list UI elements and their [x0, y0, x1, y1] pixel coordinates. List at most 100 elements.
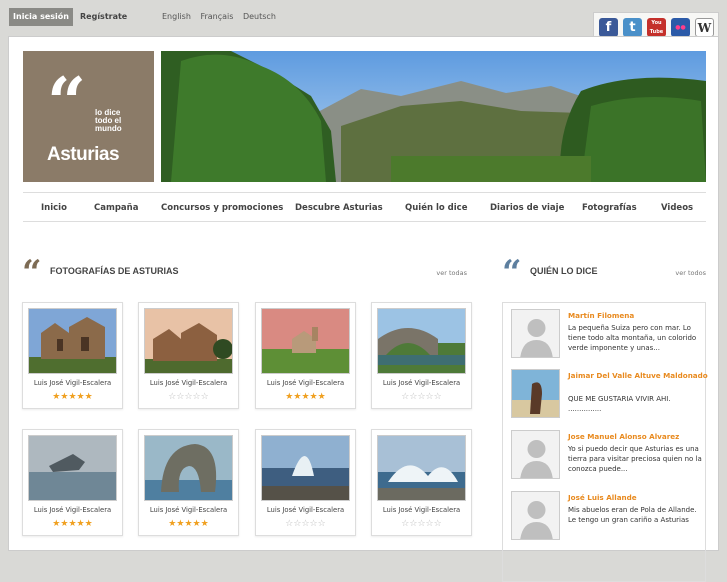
star-icon[interactable]: ☆ [417, 392, 425, 402]
wikipedia-icon[interactable]: W [695, 18, 714, 37]
photo-author[interactable]: Luis José Vigil-Escalera [139, 506, 238, 514]
star-icon[interactable]: ☆ [434, 392, 442, 402]
star-rating[interactable]: ★★★★★ [23, 392, 122, 402]
star-icon[interactable]: ☆ [201, 392, 209, 402]
star-icon[interactable]: ★ [68, 519, 76, 529]
testimonial-author[interactable]: Martín Filomena [568, 310, 708, 321]
photo-thumbnail[interactable] [261, 435, 350, 501]
star-icon[interactable]: ★ [85, 392, 93, 402]
quote-icon: “ [502, 253, 521, 293]
testimonials-panel: Martín Filomena La pequeña Suiza pero con… [502, 302, 708, 582]
star-icon[interactable]: ☆ [417, 519, 425, 529]
language-english[interactable]: English [162, 12, 191, 21]
avatar[interactable] [511, 491, 560, 540]
photo-thumbnail[interactable] [377, 308, 466, 374]
star-icon[interactable]: ★ [318, 392, 326, 402]
star-icon[interactable]: ☆ [426, 392, 434, 402]
who-section-title: QUIÉN LO DICE [530, 266, 598, 276]
photo-thumbnail[interactable] [144, 308, 233, 374]
star-icon[interactable]: ★ [85, 519, 93, 529]
photo-thumbnail[interactable] [377, 435, 466, 501]
language-selector: English Français Deutsch [162, 8, 283, 26]
star-icon[interactable]: ☆ [426, 519, 434, 529]
photo-thumbnail[interactable] [28, 308, 117, 374]
star-rating[interactable]: ★★★★★ [139, 519, 238, 529]
who-see-all-link[interactable]: ver todos [675, 269, 706, 277]
star-icon[interactable]: ☆ [310, 519, 318, 529]
nav-item-descubre-asturias[interactable]: Descubre Asturias [295, 193, 383, 223]
flickr-icon[interactable]: ●● [671, 18, 690, 37]
photo-card[interactable]: Luis José Vigil-Escalera ★★★★★ [22, 429, 123, 536]
star-rating[interactable]: ☆☆☆☆☆ [256, 519, 355, 529]
photo-author[interactable]: Luis José Vigil-Escalera [372, 379, 471, 387]
star-icon[interactable]: ★ [77, 392, 85, 402]
language-french[interactable]: Français [200, 12, 233, 21]
photo-author[interactable]: Luis José Vigil-Escalera [372, 506, 471, 514]
logo-tagline-line: mundo [95, 124, 122, 133]
twitter-icon[interactable]: t [623, 18, 642, 37]
logo-quote-icon: “ [47, 63, 86, 143]
photo-author[interactable]: Luis José Vigil-Escalera [23, 379, 122, 387]
star-icon[interactable]: ★ [68, 392, 76, 402]
page-container: “ lo dice todo el mundo Asturias Inicio [8, 36, 719, 582]
youtube-icon[interactable]: You Tube [647, 18, 666, 37]
star-icon[interactable]: ☆ [301, 519, 309, 529]
logo-name: Asturias [47, 144, 120, 165]
photos-see-all-link[interactable]: ver todas [436, 269, 467, 277]
star-icon[interactable]: ★ [310, 392, 318, 402]
photo-thumbnail[interactable] [144, 435, 233, 501]
star-rating[interactable]: ☆☆☆☆☆ [372, 392, 471, 402]
facebook-icon[interactable]: f [599, 18, 618, 37]
photo-thumbnail[interactable] [28, 435, 117, 501]
photo-author[interactable]: Luis José Vigil-Escalera [256, 379, 355, 387]
star-rating[interactable]: ☆☆☆☆☆ [139, 392, 238, 402]
testimonial-author[interactable]: Jose Manuel Alonso Alvarez [568, 431, 708, 442]
nav-item-campana[interactable]: Campaña [94, 193, 138, 223]
photo-author[interactable]: Luis José Vigil-Escalera [256, 506, 355, 514]
nav-item-fotografias[interactable]: Fotografías [582, 193, 637, 223]
photo-card[interactable]: Luis José Vigil-Escalera ☆☆☆☆☆ [255, 429, 356, 536]
nav-item-concursos[interactable]: Concursos y promociones [161, 193, 283, 223]
photo-author[interactable]: Luis José Vigil-Escalera [139, 379, 238, 387]
photo-thumbnail[interactable] [261, 308, 350, 374]
login-button[interactable]: Inicia sesión [9, 8, 73, 26]
photo-card[interactable]: Luis José Vigil-Escalera ☆☆☆☆☆ [371, 429, 472, 536]
avatar[interactable] [511, 369, 560, 418]
star-icon[interactable]: ★ [201, 519, 209, 529]
star-icon[interactable]: ☆ [318, 519, 326, 529]
photo-author[interactable]: Luis José Vigil-Escalera [23, 506, 122, 514]
star-icon[interactable]: ☆ [434, 519, 442, 529]
star-icon[interactable]: ☆ [193, 392, 201, 402]
testimonial-item[interactable]: José Luis Allande Mis abuelos eran de Pol… [511, 491, 701, 543]
site-logo[interactable]: “ lo dice todo el mundo Asturias [23, 51, 154, 182]
nav-item-quien-lo-dice[interactable]: Quién lo dice [405, 193, 467, 223]
register-link[interactable]: Regístrate [80, 8, 127, 26]
star-rating[interactable]: ☆☆☆☆☆ [372, 519, 471, 529]
testimonial-item[interactable]: Martín Filomena La pequeña Suiza pero con… [511, 309, 701, 361]
testimonial-text: Yo si puedo decir que Asturias es una ti… [568, 445, 702, 473]
star-icon[interactable]: ★ [77, 519, 85, 529]
nav-item-inicio[interactable]: Inicio [41, 193, 67, 223]
quote-icon: “ [22, 253, 41, 293]
photo-card[interactable]: Luis José Vigil-Escalera ☆☆☆☆☆ [371, 302, 472, 409]
star-icon[interactable]: ★ [193, 519, 201, 529]
nav-item-videos[interactable]: Videos [661, 193, 693, 223]
avatar[interactable] [511, 309, 560, 358]
star-icon[interactable]: ★ [301, 392, 309, 402]
photo-card[interactable]: Luis José Vigil-Escalera ☆☆☆☆☆ [138, 302, 239, 409]
testimonial-item[interactable]: Jose Manuel Alonso Alvarez Yo si puedo de… [511, 430, 702, 482]
testimonial-author[interactable]: Jaimar Del Valle Altuve Maldonado [568, 370, 708, 381]
star-icon[interactable]: ★ [184, 519, 192, 529]
testimonial-item[interactable]: Jaimar Del Valle Altuve Maldonado QUE ME … [511, 369, 708, 421]
language-german[interactable]: Deutsch [243, 12, 276, 21]
photo-card[interactable]: Luis José Vigil-Escalera ★★★★★ [255, 302, 356, 409]
avatar[interactable] [511, 430, 560, 479]
nav-item-diarios-de-viaje[interactable]: Diarios de viaje [490, 193, 564, 223]
star-rating[interactable]: ★★★★★ [256, 392, 355, 402]
testimonial-author[interactable]: José Luis Allande [568, 492, 708, 503]
photo-card[interactable]: Luis José Vigil-Escalera ★★★★★ [138, 429, 239, 536]
logo-tagline: lo dice todo el mundo [95, 109, 122, 133]
star-icon[interactable]: ☆ [184, 392, 192, 402]
photo-card[interactable]: Luis José Vigil-Escalera ★★★★★ [22, 302, 123, 409]
star-rating[interactable]: ★★★★★ [23, 519, 122, 529]
